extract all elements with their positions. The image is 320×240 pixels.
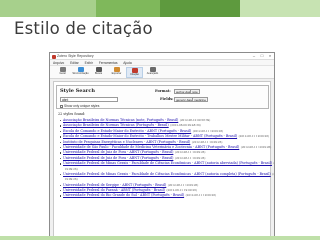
style-timestamp: (2012-08-11 19:09:26) bbox=[192, 128, 224, 133]
maximize-icon[interactable]: □ bbox=[258, 53, 266, 59]
bullet-icon bbox=[60, 141, 62, 143]
tool-label: Citação bbox=[130, 73, 139, 76]
tool-citation[interactable]: Citação bbox=[126, 67, 143, 78]
style-link[interactable]: Universidade Federal de Sergipe - ABNT (… bbox=[63, 183, 166, 187]
format-option-note[interactable]: note bbox=[190, 89, 200, 94]
slide-title: Estilo de citação bbox=[14, 19, 153, 38]
style-timestamp: (2012-08-10 09:58:39) bbox=[179, 118, 211, 122]
app-icon bbox=[52, 54, 56, 59]
style-list: Associação Brasileira de Normas Técnicas… bbox=[60, 118, 274, 199]
bullet-icon bbox=[60, 125, 62, 127]
preferences-toolbar: Geral Sincronização Busca Exportar Citaç… bbox=[50, 66, 274, 79]
style-timestamp: (2012-08-09 09:48:39) bbox=[170, 123, 201, 128]
style-timestamp: (2012-08-11 19:09:26) bbox=[166, 188, 197, 193]
style-timestamp: (2012-08-11 bbox=[272, 171, 275, 176]
style-link[interactable]: Universidade Federal do Rio Grande do Su… bbox=[63, 193, 184, 197]
style-link[interactable]: Universidade Federal de Juiz de Fora - A… bbox=[63, 156, 173, 160]
bullet-icon bbox=[60, 152, 62, 154]
unique-styles-checkbox[interactable]: Show only unique styles bbox=[60, 104, 99, 108]
tool-label: Exportar bbox=[111, 72, 122, 75]
bullet-icon bbox=[60, 184, 62, 187]
tool-advanced[interactable]: Avançado bbox=[144, 67, 161, 78]
fields-label: Fields: bbox=[160, 97, 174, 101]
bullet-icon bbox=[60, 190, 62, 192]
style-link[interactable]: Universidade de São Paulo - Faculdade de… bbox=[63, 145, 239, 149]
bullet-icon bbox=[60, 157, 62, 160]
style-timestamp: (2012-08-11 19:09:26) bbox=[174, 150, 206, 155]
accent-segment bbox=[0, 0, 96, 17]
style-link[interactable]: Escola de Comando e Estado-Maior do Exér… bbox=[63, 129, 191, 133]
menu-item-edit[interactable]: Editar bbox=[70, 61, 79, 65]
style-link[interactable]: Universidade Federal do Paraná - ABNT (P… bbox=[63, 188, 165, 192]
style-timestamp: (2012-08-11 19:09:26) bbox=[167, 182, 199, 187]
fields-option-medicine[interactable]: medicine bbox=[192, 97, 209, 102]
bullet-icon bbox=[60, 146, 62, 149]
bullet-icon bbox=[60, 163, 62, 165]
style-link[interactable]: Instituto de Pesquisas Energéticas e Nuc… bbox=[63, 140, 190, 144]
window-titlebar: Zotero Style Repository – □ × bbox=[50, 53, 274, 60]
style-timestamp: 19:09:26) bbox=[64, 166, 78, 171]
tool-label: Geral bbox=[59, 72, 66, 75]
tool-label: Busca bbox=[94, 72, 103, 75]
slide-accent-bar bbox=[0, 0, 320, 17]
tool-general[interactable]: Geral bbox=[54, 67, 71, 78]
bullet-icon bbox=[60, 130, 62, 133]
tool-label: Avançado bbox=[146, 72, 159, 75]
tool-sync[interactable]: Sincronização bbox=[72, 67, 89, 78]
window-title: Zotero Style Repository bbox=[57, 54, 94, 58]
menu-item-tools[interactable]: Ferramentas bbox=[99, 61, 118, 65]
checkbox-label: Show only unique styles bbox=[64, 104, 100, 108]
style-link[interactable]: Associação Brasileira de Normas Técnicas… bbox=[63, 123, 169, 127]
style-timestamp: (2012-08-11 19:09:26) bbox=[240, 144, 272, 149]
style-link[interactable]: Universidade Federal de Minas Gerais - F… bbox=[63, 172, 271, 176]
checkbox-icon bbox=[60, 104, 63, 108]
menu-item-view[interactable]: Exibir bbox=[85, 61, 93, 65]
menu-item-file[interactable]: Arquivo bbox=[53, 61, 64, 65]
style-timestamp: (2012-08-11 bbox=[273, 161, 274, 165]
results-count: 22 styles found: bbox=[58, 112, 86, 116]
style-list-item[interactable]: Universidade Federal do Rio Grande do Su… bbox=[60, 193, 270, 198]
bullet-icon bbox=[60, 120, 62, 122]
style-search-input[interactable]: abnt bbox=[60, 97, 118, 102]
tool-label: Sincronização bbox=[72, 72, 89, 75]
accent-segment bbox=[240, 0, 320, 17]
style-timestamp: (2012-08-11 19:09:26) bbox=[191, 139, 223, 144]
style-search-panel: Style Search abnt Show only unique style… bbox=[56, 85, 269, 109]
style-search-title: Style Search bbox=[60, 88, 95, 94]
bullet-icon bbox=[60, 173, 62, 176]
menu-item-help[interactable]: Ajuda bbox=[123, 61, 131, 65]
style-repository-page: Style Search abnt Show only unique style… bbox=[53, 81, 274, 239]
style-timestamp: (2012-08-11 19:09:26) bbox=[185, 193, 217, 198]
zotero-style-repository-window: Zotero Style Repository – □ × Arquivo Ed… bbox=[49, 52, 275, 240]
tool-export[interactable]: Exportar bbox=[108, 67, 125, 78]
minimize-icon[interactable]: – bbox=[250, 53, 258, 59]
style-timestamp: (2012-08-11 19:09:26) bbox=[174, 155, 206, 160]
tool-search[interactable]: Busca bbox=[90, 67, 107, 78]
slide-bottom-band bbox=[0, 236, 320, 240]
style-link[interactable]: Escola de Comando e Estado-Maior do Exér… bbox=[63, 134, 237, 138]
style-link[interactable]: Associação Brasileira de Normas Técnicas… bbox=[63, 118, 178, 122]
accent-segment bbox=[96, 0, 160, 17]
format-label: Format: bbox=[155, 89, 171, 93]
bullet-icon bbox=[60, 195, 62, 197]
style-timestamp: 19:09:26) bbox=[64, 177, 78, 182]
style-link[interactable]: Universidade Federal de Minas Gerais - F… bbox=[63, 161, 272, 165]
close-icon[interactable]: × bbox=[266, 53, 274, 59]
style-link[interactable]: Universidade Federal de Juiz de Fora - A… bbox=[63, 150, 173, 154]
bullet-icon bbox=[60, 136, 62, 138]
accent-segment bbox=[160, 0, 240, 17]
style-timestamp: (2012-08-11 19:09:26) bbox=[238, 134, 270, 139]
